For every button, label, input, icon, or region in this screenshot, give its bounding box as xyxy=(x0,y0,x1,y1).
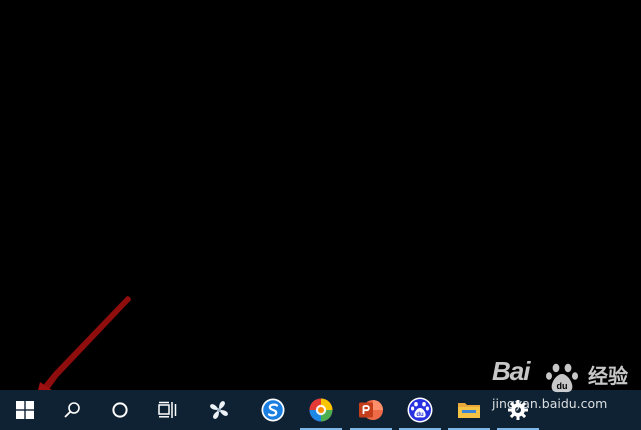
powerpoint-icon xyxy=(359,400,383,420)
app-colorful-sphere[interactable] xyxy=(298,390,344,430)
start-button[interactable] xyxy=(4,390,46,430)
task-view-icon xyxy=(158,401,177,418)
app-sogou-browser[interactable] xyxy=(250,390,296,430)
cortana-button[interactable] xyxy=(98,390,142,430)
baidu-paw-icon: du xyxy=(407,397,433,423)
app-settings[interactable] xyxy=(495,390,541,430)
windows-logo-icon xyxy=(16,401,34,419)
app-powerpoint[interactable] xyxy=(348,390,394,430)
search-button[interactable] xyxy=(50,390,94,430)
search-icon xyxy=(64,402,80,418)
gear-icon xyxy=(508,400,528,420)
taskbar: du xyxy=(0,390,641,430)
sogou-s-icon xyxy=(261,398,285,422)
task-view-button[interactable] xyxy=(146,390,190,430)
app-file-explorer[interactable] xyxy=(446,390,492,430)
app-pinwheel[interactable] xyxy=(196,390,242,430)
folder-icon xyxy=(458,403,480,418)
colorful-ball-icon xyxy=(309,398,333,422)
pinwheel-icon xyxy=(210,401,228,419)
svg-text:du: du xyxy=(416,412,424,418)
desktop-background xyxy=(0,0,641,390)
cortana-circle-icon xyxy=(112,402,128,418)
app-baidu[interactable]: du xyxy=(397,390,443,430)
